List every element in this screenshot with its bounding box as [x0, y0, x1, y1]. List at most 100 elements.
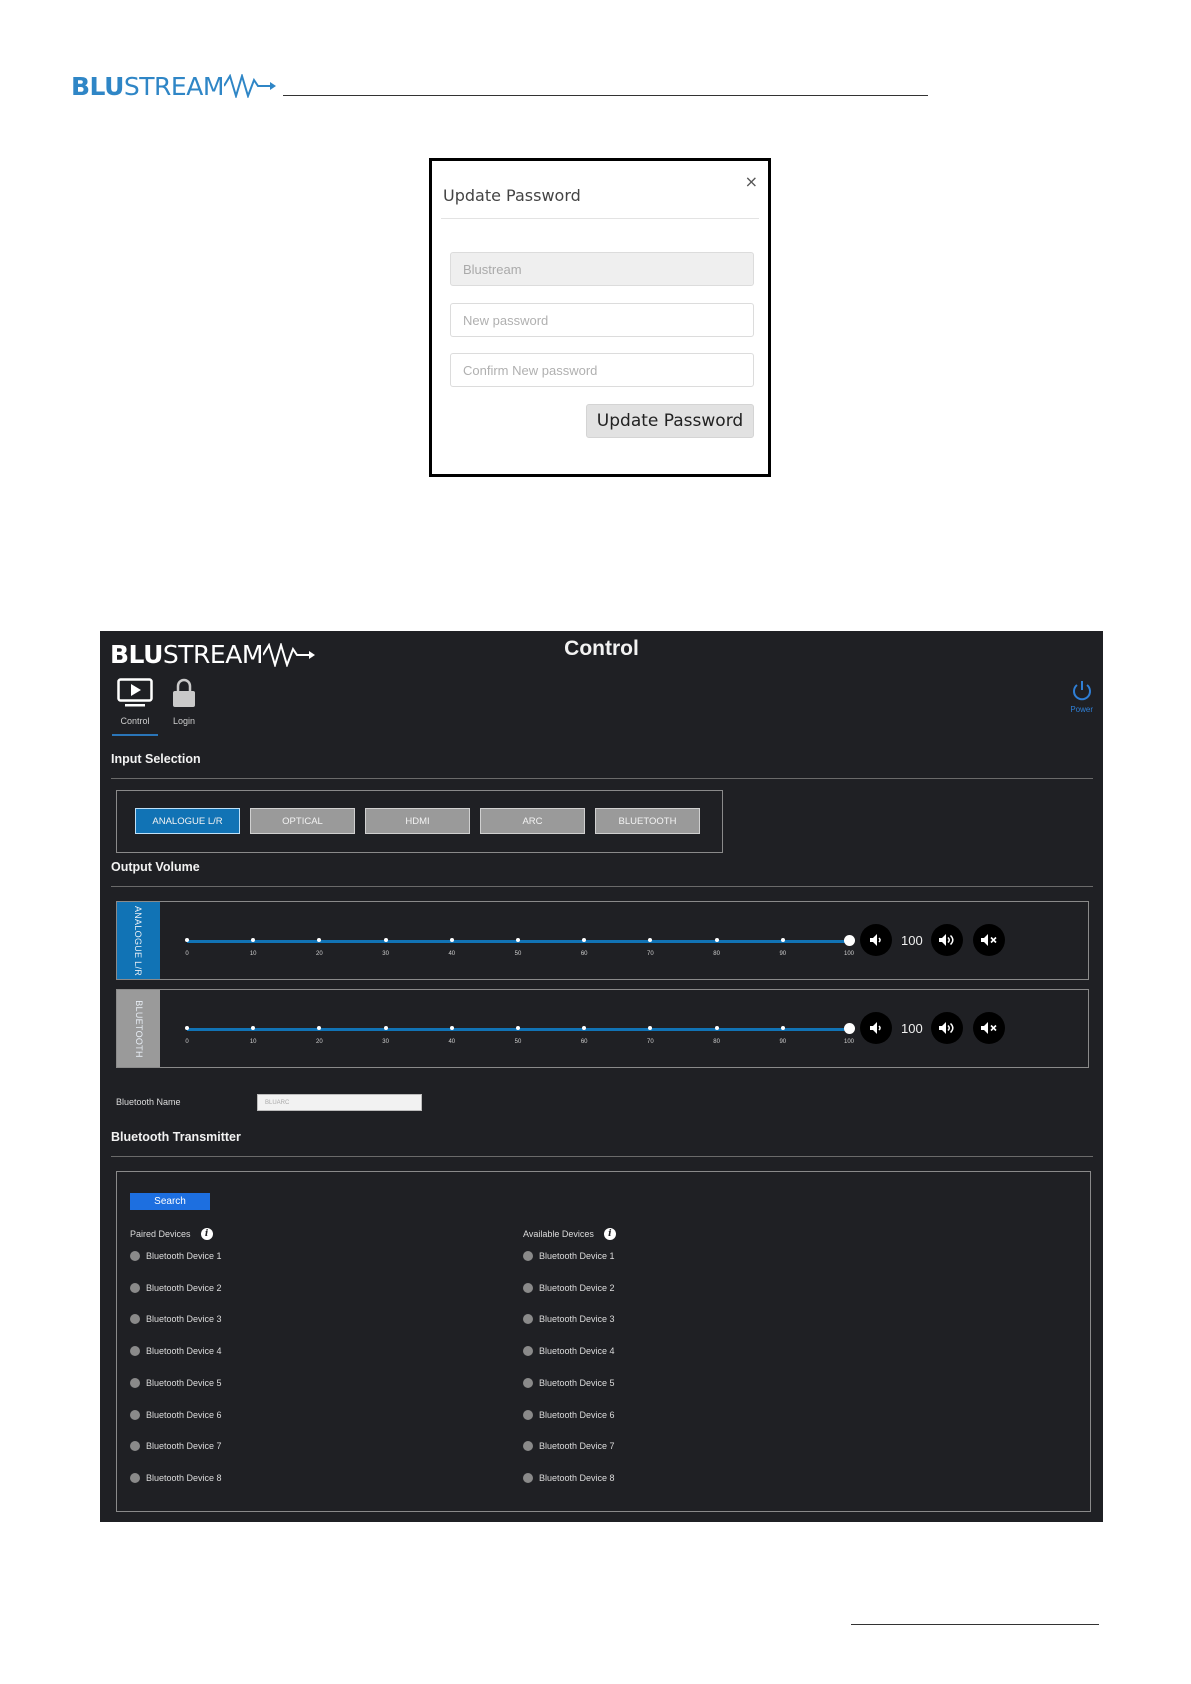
mute-button[interactable]: [973, 1012, 1005, 1044]
device-name: Bluetooth Device 7: [146, 1441, 222, 1452]
device-list-item[interactable]: Bluetooth Device 8: [523, 1472, 615, 1483]
volume-value: 100: [901, 1021, 923, 1036]
document-logo: BLU STREAM: [71, 72, 276, 101]
nav-active-indicator: [112, 734, 158, 736]
slider-tick-label: 10: [249, 1039, 257, 1045]
paired-devices-title: Paired Devices: [130, 1229, 191, 1239]
device-list-item[interactable]: Bluetooth Device 4: [523, 1346, 615, 1357]
update-password-button[interactable]: Update Password: [586, 404, 754, 438]
header-rule: [283, 95, 928, 96]
nav-label: Login: [172, 716, 196, 726]
device-name: Bluetooth Device 5: [146, 1377, 222, 1388]
nav-label: Control: [120, 716, 150, 726]
paired-devices-header: Paired Devices i: [130, 1228, 213, 1240]
volume-down-button[interactable]: [860, 924, 892, 956]
bluetooth-name-input[interactable]: BLUARC: [257, 1094, 422, 1111]
input-selection-panel: ANALOGUE L/R OPTICAL HDMI ARC BLUETOOTH: [116, 790, 723, 853]
input-button-hdmi[interactable]: HDMI: [365, 808, 470, 834]
device-list-item[interactable]: Bluetooth Device 5: [130, 1377, 222, 1388]
device-list-item[interactable]: Bluetooth Device 5: [523, 1377, 615, 1388]
nav-item-control[interactable]: Control: [112, 676, 158, 726]
speaker-low-icon: [870, 934, 881, 946]
slider-tick: [780, 1026, 785, 1030]
new-password-field[interactable]: [450, 303, 754, 337]
slider-tick: [185, 938, 189, 942]
status-dot-icon: [130, 1314, 140, 1325]
slider-handle[interactable]: [844, 1023, 855, 1034]
dialog-title: Update Password: [443, 186, 581, 205]
device-name: Bluetooth Device 4: [146, 1346, 222, 1357]
bluetooth-transmitter-title: Bluetooth Transmitter: [111, 1130, 241, 1144]
slider-tick: [383, 938, 388, 942]
device-name: Bluetooth Device 7: [539, 1441, 615, 1452]
available-devices-header: Available Devices i: [523, 1228, 616, 1240]
slider-tick: [780, 938, 785, 942]
device-name: Bluetooth Device 8: [539, 1472, 615, 1483]
device-list-item[interactable]: Bluetooth Device 2: [523, 1282, 615, 1293]
device-list-item[interactable]: Bluetooth Device 6: [130, 1409, 222, 1420]
status-dot-icon: [130, 1377, 140, 1388]
slider-tick-label: 70: [647, 951, 654, 957]
device-list-item[interactable]: Bluetooth Device 2: [130, 1282, 222, 1293]
input-button-optical[interactable]: OPTICAL: [250, 808, 355, 834]
control-app-screenshot: BLU STREAM Control Control Login Power I…: [100, 631, 1103, 1522]
slider-tick-label: 60: [580, 1039, 588, 1045]
slider-tick-label: 10: [249, 951, 257, 957]
lock-icon: [173, 678, 195, 707]
device-list-item[interactable]: Bluetooth Device 7: [130, 1441, 222, 1452]
slider-tick-label: 90: [779, 1039, 787, 1045]
slider-tick: [516, 938, 520, 942]
device-name: Bluetooth Device 1: [146, 1251, 222, 1261]
info-icon[interactable]: i: [603, 1228, 616, 1240]
device-list-item[interactable]: Bluetooth Device 6: [523, 1409, 615, 1420]
info-icon[interactable]: i: [200, 1228, 213, 1240]
search-button[interactable]: Search: [130, 1193, 210, 1210]
speaker-high-icon: [939, 1022, 954, 1034]
logo-wave-icon: [223, 74, 276, 98]
device-list-item[interactable]: Bluetooth Device 1: [130, 1251, 222, 1261]
slider-tick-label: 40: [448, 951, 456, 957]
device-list-item[interactable]: Bluetooth Device 3: [130, 1314, 222, 1325]
speaker-mute-icon: [981, 934, 997, 946]
slider-tick: [449, 1026, 454, 1030]
status-dot-icon: [523, 1282, 533, 1293]
status-dot-icon: [523, 1377, 533, 1388]
confirm-password-field[interactable]: [450, 353, 754, 387]
status-dot-icon: [130, 1441, 140, 1452]
slider-tick-label: 30: [382, 951, 389, 957]
slider-tick-label: 60: [580, 951, 588, 957]
volume-down-button[interactable]: [860, 1012, 892, 1044]
slider-tick: [714, 938, 719, 942]
status-dot-icon: [523, 1441, 533, 1452]
slider-tick-label: 70: [647, 1039, 654, 1045]
volume-up-button[interactable]: [931, 924, 963, 956]
volume-row-analogue: ANALOGUE L/R 0 10 20 30 40 50 60 70 80 90 100 100: [116, 901, 1089, 980]
device-list-item[interactable]: Bluetooth Device 4: [130, 1346, 222, 1357]
slider-tick-label: 50: [514, 951, 522, 957]
slider-tick: [714, 1026, 719, 1030]
monitor-play-icon: [117, 678, 153, 707]
nav-item-login[interactable]: Login: [166, 676, 202, 726]
volume-up-button[interactable]: [931, 1012, 963, 1044]
slider-tick-label: 100: [843, 951, 854, 957]
slider-tick-label: 90: [779, 951, 787, 957]
available-devices-title: Available Devices: [523, 1229, 594, 1239]
input-button-analogue[interactable]: ANALOGUE L/R: [135, 808, 240, 834]
device-list-item[interactable]: Bluetooth Device 7: [523, 1441, 615, 1452]
input-button-arc[interactable]: ARC: [480, 808, 585, 834]
input-button-bluetooth[interactable]: BLUETOOTH: [595, 808, 700, 834]
mute-button[interactable]: [973, 924, 1005, 956]
slider-tick-label: 80: [713, 951, 720, 957]
device-list-item[interactable]: Bluetooth Device 3: [523, 1314, 615, 1325]
slider-tick-label: 20: [316, 1039, 323, 1045]
device-list-item[interactable]: Bluetooth Device 8: [130, 1472, 222, 1483]
slider-tick: [449, 938, 454, 942]
slider-handle[interactable]: [844, 935, 855, 946]
power-label: Power: [1070, 705, 1093, 714]
username-field[interactable]: [450, 252, 754, 286]
speaker-mute-icon: [981, 1022, 997, 1034]
device-name: Bluetooth Device 5: [539, 1377, 615, 1388]
device-list-item[interactable]: Bluetooth Device 1: [523, 1251, 615, 1261]
close-icon[interactable]: ×: [745, 174, 758, 190]
power-button[interactable]: Power: [1070, 679, 1093, 714]
